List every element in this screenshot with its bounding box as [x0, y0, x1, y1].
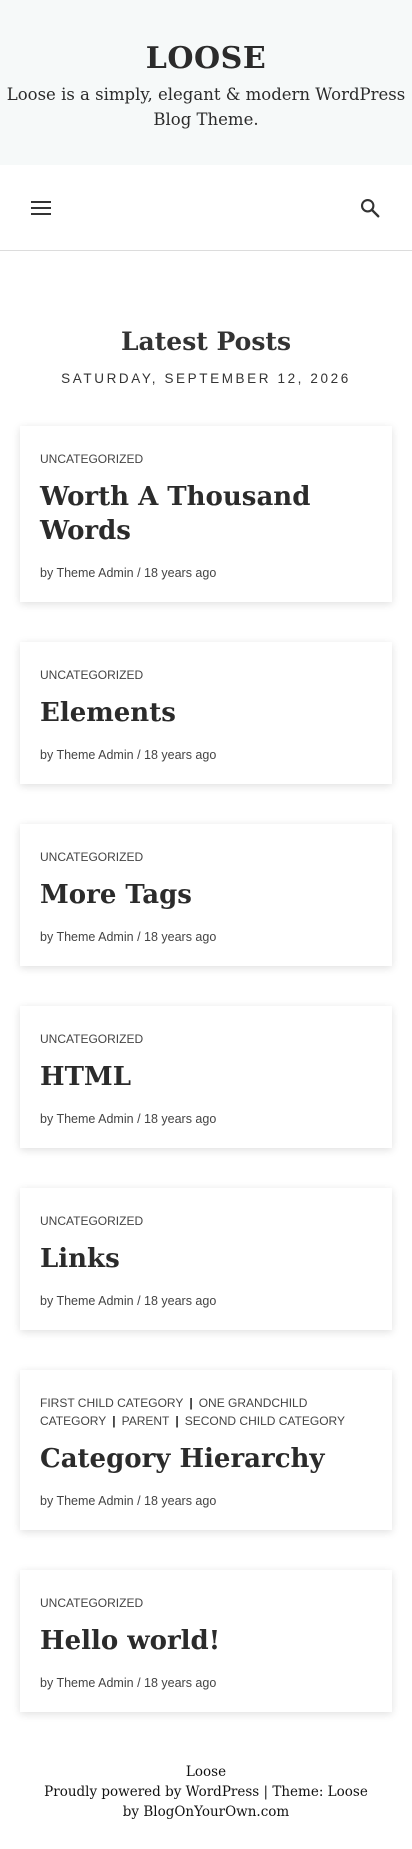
post-time[interactable]: 18 years ago	[144, 566, 216, 580]
post-time[interactable]: 18 years ago	[144, 1112, 216, 1126]
category-separator: |	[175, 1414, 179, 1428]
post-meta-separator: /	[137, 1112, 145, 1126]
post-meta: by Theme Admin / 18 years ago	[40, 1294, 372, 1308]
post-time[interactable]: 18 years ago	[144, 930, 216, 944]
footer-powered-link[interactable]: Proudly powered by WordPress	[44, 1784, 259, 1800]
post-categories: UNCATEGORIZED	[40, 1594, 372, 1612]
post-meta: by Theme Admin / 18 years ago	[40, 930, 372, 944]
section-header: Latest Posts SATURDAY, SEPTEMBER 12, 202…	[0, 325, 412, 386]
category-link[interactable]: SECOND CHILD CATEGORY	[185, 1414, 345, 1428]
footer-site-name[interactable]: Loose	[0, 1762, 412, 1782]
post-categories: FIRST CHILD CATEGORY | ONE GRANDCHILD CATE…	[40, 1394, 372, 1430]
post-time[interactable]: 18 years ago	[144, 1294, 216, 1308]
post-author[interactable]: by Theme Admin	[40, 1112, 134, 1126]
post-list: UNCATEGORIZED Worth A Thousand Words by …	[0, 426, 412, 1712]
post-meta: by Theme Admin / 18 years ago	[40, 1494, 372, 1508]
post-author[interactable]: by Theme Admin	[40, 1494, 134, 1508]
post-categories: UNCATEGORIZED	[40, 1030, 372, 1048]
site-description: Loose is a simply, elegant & modern Word…	[6, 85, 406, 129]
footer-credits: Proudly powered by WordPress | Theme: Lo…	[0, 1782, 412, 1822]
post-title[interactable]: More Tags	[40, 878, 372, 912]
search-icon[interactable]	[358, 196, 382, 220]
site-title[interactable]: LOOSE	[146, 40, 266, 78]
post-meta: by Theme Admin / 18 years ago	[40, 1676, 372, 1690]
post-meta: by Theme Admin / 18 years ago	[40, 1112, 372, 1126]
post-meta: by Theme Admin / 18 years ago	[40, 748, 372, 762]
post-author[interactable]: by Theme Admin	[40, 930, 134, 944]
category-link[interactable]: UNCATEGORIZED	[40, 668, 143, 682]
post-meta-separator: /	[137, 1494, 145, 1508]
site-footer: Loose Proudly powered by WordPress | The…	[0, 1762, 412, 1822]
post-meta-separator: /	[137, 1294, 145, 1308]
post-card: UNCATEGORIZED HTML by Theme Admin / 18 y…	[20, 1006, 392, 1148]
post-title[interactable]: Worth A Thousand Words	[40, 480, 372, 548]
section-title: Latest Posts	[120, 327, 292, 356]
post-card: UNCATEGORIZED Hello world! by Theme Admi…	[20, 1570, 392, 1712]
post-categories: UNCATEGORIZED	[40, 1212, 372, 1230]
post-meta-separator: /	[137, 566, 145, 580]
category-separator: |	[112, 1414, 116, 1428]
category-link[interactable]: UNCATEGORIZED	[40, 1214, 143, 1228]
post-title[interactable]: Hello world!	[40, 1624, 372, 1658]
category-separator: |	[189, 1396, 193, 1410]
post-time[interactable]: 18 years ago	[144, 1494, 216, 1508]
post-categories: UNCATEGORIZED	[40, 450, 372, 468]
post-card: UNCATEGORIZED Links by Theme Admin / 18 …	[20, 1188, 392, 1330]
post-card: UNCATEGORIZED Elements by Theme Admin / …	[20, 642, 392, 784]
post-title[interactable]: Links	[40, 1242, 372, 1276]
post-title[interactable]: Category Hierarchy	[40, 1442, 372, 1476]
post-author[interactable]: by Theme Admin	[40, 566, 134, 580]
post-meta-separator: /	[137, 930, 145, 944]
post-author[interactable]: by Theme Admin	[40, 1676, 134, 1690]
post-author[interactable]: by Theme Admin	[40, 748, 134, 762]
post-categories: UNCATEGORIZED	[40, 848, 372, 866]
post-time[interactable]: 18 years ago	[144, 1676, 216, 1690]
menu-icon[interactable]	[30, 196, 54, 220]
post-categories: UNCATEGORIZED	[40, 666, 372, 684]
category-link[interactable]: UNCATEGORIZED	[40, 1596, 143, 1610]
post-meta-separator: /	[137, 1676, 145, 1690]
post-time[interactable]: 18 years ago	[144, 748, 216, 762]
post-card: UNCATEGORIZED More Tags by Theme Admin /…	[20, 824, 392, 966]
category-link[interactable]: PARENT	[122, 1414, 170, 1428]
post-meta-separator: /	[137, 748, 145, 762]
site-header: LOOSE Loose is a simply, elegant & moder…	[0, 0, 412, 165]
post-card: FIRST CHILD CATEGORY | ONE GRANDCHILD CATE…	[20, 1370, 392, 1530]
post-title[interactable]: Elements	[40, 696, 372, 730]
category-link[interactable]: UNCATEGORIZED	[40, 850, 143, 864]
navbar	[0, 165, 412, 251]
category-link[interactable]: UNCATEGORIZED	[40, 1032, 143, 1046]
post-card: UNCATEGORIZED Worth A Thousand Words by …	[20, 426, 392, 602]
post-title[interactable]: HTML	[40, 1060, 372, 1094]
post-author[interactable]: by Theme Admin	[40, 1294, 134, 1308]
category-link[interactable]: FIRST CHILD CATEGORY	[40, 1396, 183, 1410]
category-link[interactable]: UNCATEGORIZED	[40, 452, 143, 466]
post-meta: by Theme Admin / 18 years ago	[40, 566, 372, 580]
section-date: SATURDAY, SEPTEMBER 12, 2026	[61, 371, 351, 386]
